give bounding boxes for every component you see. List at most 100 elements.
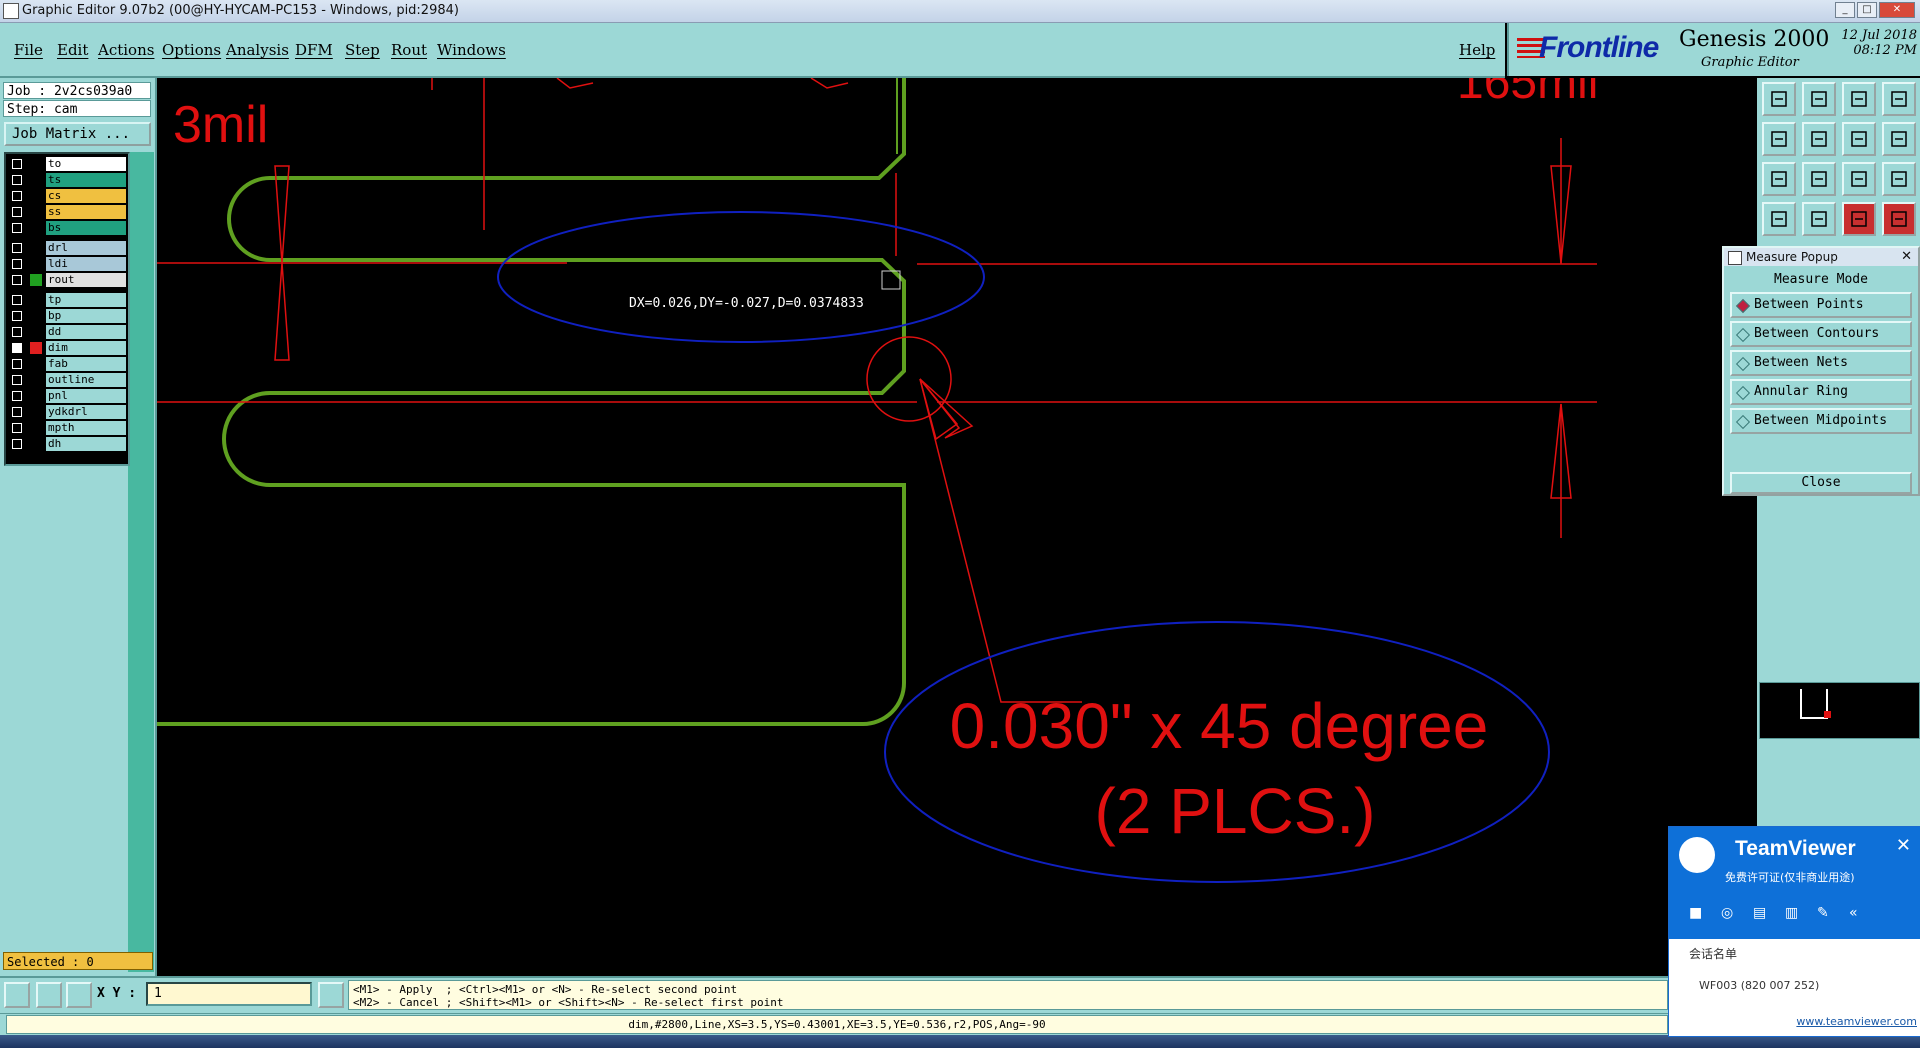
- layer-row-bp[interactable]: bp: [10, 309, 126, 323]
- thumbnail-marker: [1824, 711, 1831, 718]
- layer-checkbox[interactable]: [12, 359, 22, 369]
- layer-color-swatch: [30, 358, 42, 370]
- layer-row-dh[interactable]: dh: [10, 437, 126, 451]
- headset-icon[interactable]: ◎: [1721, 905, 1733, 921]
- files-icon[interactable]: ▥: [1785, 905, 1798, 921]
- layer-row-tp[interactable]: tp: [10, 293, 126, 307]
- layer-row-to[interactable]: to: [10, 157, 126, 171]
- layer-row-outline[interactable]: outline: [10, 373, 126, 387]
- layer-checkbox[interactable]: [12, 311, 22, 321]
- help-icon[interactable]: [1882, 162, 1916, 196]
- graphic-canvas[interactable]: 3mil 165mil DX=0.026,DY=-0.027,D=0.03748…: [157, 78, 1757, 976]
- layer-checkbox[interactable]: [12, 439, 22, 449]
- popup-close-icon[interactable]: ✕: [1901, 248, 1912, 266]
- layer-row-fab[interactable]: fab: [10, 357, 126, 371]
- snap-mode-icon[interactable]: [4, 982, 30, 1008]
- measure-popup: Measure Popup ✕ Measure Mode Between Poi…: [1722, 246, 1920, 496]
- home-icon[interactable]: [1842, 82, 1876, 116]
- layer-checkbox[interactable]: [12, 375, 22, 385]
- menu-actions[interactable]: Actions: [98, 41, 154, 59]
- command-bar: X Y : 1 <M1> - Apply ; <Ctrl><M1> or <N>…: [0, 976, 1920, 1014]
- chat-icon[interactable]: ▤: [1753, 905, 1766, 921]
- teamviewer-link[interactable]: www.teamviewer.com: [1669, 1015, 1920, 1035]
- layer-row-dim[interactable]: dim: [10, 341, 126, 355]
- angle-mode-icon[interactable]: [36, 982, 62, 1008]
- layer-checkbox[interactable]: [12, 275, 22, 285]
- tools-icon[interactable]: ✎: [1817, 905, 1829, 921]
- teamviewer-close-icon[interactable]: ✕: [1896, 835, 1911, 856]
- layer-row-mpth[interactable]: mpth: [10, 421, 126, 435]
- layer-row-ss[interactable]: ss: [10, 205, 126, 219]
- layout-icon[interactable]: [1882, 82, 1916, 116]
- fit-icon[interactable]: [1762, 162, 1796, 196]
- menu-options[interactable]: Options: [162, 41, 221, 59]
- layer-checkbox[interactable]: [12, 259, 22, 269]
- layer-color-swatch: [30, 258, 42, 270]
- menu-file[interactable]: File: [14, 41, 43, 59]
- layer-checkbox[interactable]: [12, 159, 22, 169]
- layer-checkbox[interactable]: [12, 391, 22, 401]
- menu-step[interactable]: Step: [345, 41, 380, 59]
- minimize-button[interactable]: _: [1835, 2, 1855, 18]
- layer-row-drl[interactable]: drl: [10, 241, 126, 255]
- pan-icon[interactable]: [1762, 202, 1796, 236]
- layer-row-bs[interactable]: bs: [10, 221, 126, 235]
- layer-checkbox[interactable]: [12, 223, 22, 233]
- video-icon[interactable]: ■: [1689, 905, 1702, 921]
- snap-icon[interactable]: [1882, 122, 1916, 156]
- probe-icon[interactable]: [1802, 202, 1836, 236]
- layer-color-swatch: [30, 158, 42, 170]
- measure-close-button[interactable]: Close: [1730, 472, 1912, 494]
- overview-thumbnail[interactable]: [1759, 682, 1920, 739]
- open-job-icon[interactable]: [1762, 82, 1796, 116]
- zoom-icon[interactable]: [1802, 162, 1836, 196]
- layer-color-swatch: [30, 206, 42, 218]
- menu-edit[interactable]: Edit: [57, 41, 88, 59]
- layer-row-cs[interactable]: cs: [10, 189, 126, 203]
- xy-input[interactable]: 1: [146, 982, 312, 1006]
- layer-checkbox[interactable]: [12, 191, 22, 201]
- layer-row-pnl[interactable]: pnl: [10, 389, 126, 403]
- layer-color-swatch: [30, 310, 42, 322]
- rotate-icon[interactable]: [1842, 122, 1876, 156]
- option-annular-ring[interactable]: Annular Ring: [1730, 379, 1912, 405]
- grid-mode-icon[interactable]: [66, 982, 92, 1008]
- save-job-icon[interactable]: [1802, 82, 1836, 116]
- measure-popup-titlebar[interactable]: Measure Popup ✕: [1724, 248, 1918, 266]
- scale-icon[interactable]: [1842, 162, 1876, 196]
- layer-checkbox[interactable]: [12, 423, 22, 433]
- layer-row-ts[interactable]: ts: [10, 173, 126, 187]
- menu-windows[interactable]: Windows: [437, 41, 506, 59]
- layer-checkbox[interactable]: [12, 243, 22, 253]
- option-between-points[interactable]: Between Points: [1730, 292, 1912, 318]
- layer-row-ydkdrl[interactable]: ydkdrl: [10, 405, 126, 419]
- menu-rout[interactable]: Rout: [391, 41, 427, 59]
- option-between-midpoints[interactable]: Between Midpoints: [1730, 408, 1912, 434]
- option-between-contours[interactable]: Between Contours: [1730, 321, 1912, 347]
- layer-row-rout[interactable]: rout: [10, 273, 126, 287]
- collapse-icon[interactable]: «: [1849, 905, 1858, 921]
- step-left-icon[interactable]: [1762, 122, 1796, 156]
- option-between-nets[interactable]: Between Nets: [1730, 350, 1912, 376]
- radio-icon: [1735, 327, 1751, 343]
- menu-help[interactable]: Help: [1459, 41, 1495, 59]
- datetime: 12 Jul 2018 08:12 PM: [1821, 28, 1917, 58]
- layer-row-dd[interactable]: dd: [10, 325, 126, 339]
- close-window-button[interactable]: ✕: [1879, 2, 1915, 18]
- layer-checkbox[interactable]: [12, 295, 22, 305]
- layer-checkbox[interactable]: [12, 407, 22, 417]
- layer-checkbox[interactable]: [12, 175, 22, 185]
- maximize-button[interactable]: □: [1857, 2, 1877, 18]
- layer-checkbox[interactable]: [12, 343, 22, 353]
- layer-row-ldi[interactable]: ldi: [10, 257, 126, 271]
- menu-analysis[interactable]: Analysis: [226, 41, 289, 59]
- text-cursor-icon[interactable]: [318, 982, 344, 1008]
- session-item[interactable]: WF003 (820 007 252): [1699, 979, 1819, 992]
- job-matrix-button[interactable]: Job Matrix ...: [4, 122, 151, 146]
- graph-icon[interactable]: [1882, 202, 1916, 236]
- traffic-light-icon[interactable]: [1842, 202, 1876, 236]
- step-right-icon[interactable]: [1802, 122, 1836, 156]
- layer-checkbox[interactable]: [12, 207, 22, 217]
- layer-checkbox[interactable]: [12, 327, 22, 337]
- menu-dfm[interactable]: DFM: [295, 41, 333, 59]
